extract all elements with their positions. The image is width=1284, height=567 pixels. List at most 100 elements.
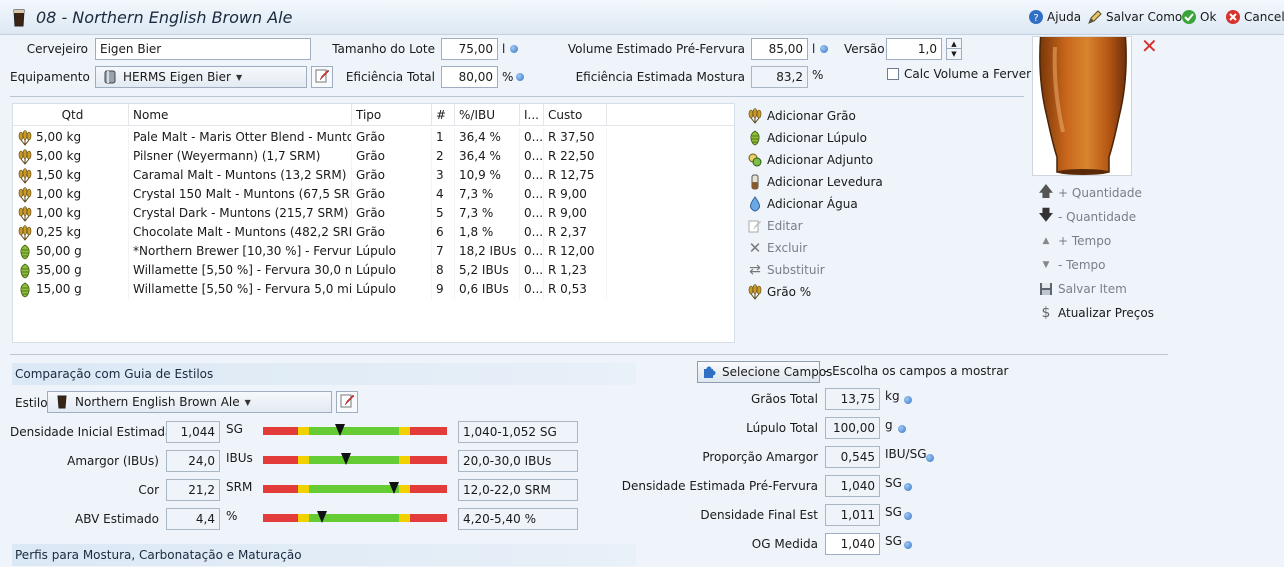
ingredients-table-header: Qtd Nome Tipo # %/IBU I... Custo (13, 104, 734, 126)
preboil-volume-input[interactable]: 85,00 (751, 38, 808, 60)
cell-cost: R 12,75 (544, 166, 607, 185)
version-spinner[interactable]: ▲ ▼ (946, 38, 962, 60)
increase-time-button[interactable]: ▲ + Tempo (1038, 233, 1154, 249)
metric-label: Amargor (IBUs) (67, 454, 159, 468)
version-input[interactable]: 1,0 (886, 38, 942, 60)
calc-volume-checkbox[interactable] (887, 68, 899, 80)
field-value[interactable]: 1,040 (825, 533, 880, 555)
brewer-label: Cervejeiro (26, 42, 88, 56)
cell-qty-wrap: 1,50 kg (13, 166, 129, 185)
cell-qty: 0,25 kg (36, 225, 82, 239)
edit-button[interactable]: Editar (747, 218, 883, 234)
decrease-quantity-button[interactable]: 🡇 - Quantidade (1038, 206, 1154, 225)
table-row[interactable]: 0,25 kg Chocolate Malt - Muntons (482,2 S… (13, 223, 734, 242)
col-header[interactable]: # (432, 104, 455, 126)
equipment-select[interactable]: HERMS Eigen Bier ▼ (95, 66, 307, 88)
ingredients-table: Qtd Nome Tipo # %/IBU I... Custo 5,00 kg… (12, 103, 735, 343)
preboil-volume-label: Volume Estimado Pré-Fervura (567, 42, 745, 56)
field-label: Proporção Amargor (702, 450, 818, 464)
edit-style-button[interactable] (336, 391, 358, 413)
help-button[interactable]: ? Ajuda (1028, 9, 1081, 25)
info-dot-icon[interactable] (904, 541, 912, 549)
table-row[interactable]: 50,00 g *Northern Brewer [10,30 %] - Ferv… (13, 242, 734, 261)
item-actions: 🡅 + Quantidade 🡇 - Quantidade ▲ + Tempo ▼ - … (1038, 182, 1154, 322)
info-dot-icon[interactable] (820, 45, 828, 53)
increase-quantity-button[interactable]: 🡅 + Quantidade (1038, 182, 1154, 201)
add-water-button[interactable]: Adicionar Água (747, 196, 883, 212)
table-row[interactable]: 15,00 g Willamette [5,50 %] - Fervura 5,0… (13, 280, 734, 299)
field-label: Lúpulo Total (746, 421, 818, 435)
table-row[interactable]: 5,00 kg Pale Malt - Maris Otter Blend - M… (13, 128, 734, 147)
table-row[interactable]: 35,00 g Willamette [5,50 %] - Fervura 30,… (13, 261, 734, 280)
info-dot-icon[interactable] (904, 483, 912, 491)
cell-name: Willamette [5,50 %] - Fervura 5,0 min (129, 280, 352, 299)
cancel-button[interactable]: Cancelar (1225, 9, 1284, 25)
cell-num: 9 (432, 280, 455, 299)
field-unit: SG (885, 505, 902, 519)
spin-up-icon[interactable]: ▲ (947, 39, 961, 49)
spin-down-icon[interactable]: ▼ (947, 49, 961, 59)
table-row[interactable]: 1,50 kg Caramal Malt - Muntons (13,2 SRM)… (13, 166, 734, 185)
info-dot-icon[interactable] (510, 45, 518, 53)
grain-icon (17, 224, 33, 241)
batch-size-label: Tamanho do Lote (332, 42, 435, 56)
yeast-vial-icon (747, 174, 763, 190)
update-prices-button[interactable]: $ Atualizar Preços (1038, 305, 1154, 321)
cell-i: 0... (520, 185, 544, 204)
info-dot-icon[interactable] (898, 425, 906, 433)
cell-qty: 50,00 g (36, 244, 82, 258)
preboil-volume-unit: l (812, 42, 816, 56)
add-adjunct-button[interactable]: Adicionar Adjunto (747, 152, 883, 168)
ok-button[interactable]: Ok (1181, 9, 1216, 25)
ingredient-actions: Adicionar Grão Adicionar Lúpulo Adiciona… (747, 108, 883, 300)
metric-unit: IBUs (226, 451, 253, 465)
cell-name: Pale Malt - Maris Otter Blend - Munton..… (129, 128, 352, 147)
cell-i: 0... (520, 223, 544, 242)
efficiency-input[interactable]: 80,00 (441, 66, 498, 88)
beer-color-preview (1032, 36, 1132, 176)
decrease-time-button[interactable]: ▼ - Tempo (1038, 257, 1154, 273)
info-dot-icon[interactable] (904, 512, 912, 520)
mash-efficiency-value: 83,2 (751, 66, 808, 88)
field-value: 13,75 (825, 388, 880, 410)
add-grain-button[interactable]: Adicionar Grão (747, 108, 883, 124)
marker-triangle-icon (388, 482, 399, 494)
info-dot-icon[interactable] (904, 396, 912, 404)
info-dot-icon[interactable] (926, 454, 934, 462)
save-item-button[interactable]: Salvar Item (1038, 281, 1154, 297)
cell-cost: R 0,53 (544, 280, 607, 299)
col-header[interactable]: Nome (129, 104, 352, 126)
col-header[interactable]: I... (520, 104, 544, 126)
remove-image-icon[interactable]: ✕ (1141, 34, 1158, 58)
save-as-button[interactable]: Salvar Como (1087, 9, 1182, 25)
select-fields-button[interactable]: Selecione Campos (697, 361, 832, 383)
brewer-input[interactable]: Eigen Bier (95, 38, 311, 60)
table-row[interactable]: 1,00 kg Crystal 150 Malt - Muntons (67,5 … (13, 185, 734, 204)
cell-pct: 7,3 % (455, 204, 520, 223)
col-header[interactable]: %/IBU (455, 104, 520, 126)
substitute-button[interactable]: ⇄ Substituir (747, 262, 883, 278)
grain-icon (17, 148, 33, 165)
info-dot-icon[interactable] (516, 73, 524, 81)
col-header[interactable]: Qtd (13, 104, 129, 126)
cell-num: 6 (432, 223, 455, 242)
style-select[interactable]: Northern English Brown Ale ▼ (47, 391, 332, 413)
cell-i: 0... (520, 204, 544, 223)
field-value: 100,00 (825, 417, 880, 439)
batch-size-input[interactable]: 75,00 (441, 38, 498, 60)
delete-button[interactable]: ✕ Excluir (747, 239, 883, 257)
metric-value: 24,0 (166, 450, 220, 472)
table-row[interactable]: 5,00 kg Pilsner (Weyermann) (1,7 SRM) Grão… (13, 147, 734, 166)
style-label: Estilo (15, 396, 48, 410)
add-yeast-button[interactable]: Adicionar Levedura (747, 174, 883, 190)
grain-percent-button[interactable]: Grão % (747, 284, 883, 300)
add-hop-button[interactable]: Adicionar Lúpulo (747, 130, 883, 146)
table-row[interactable]: 1,00 kg Crystal Dark - Muntons (215,7 SRM… (13, 204, 734, 223)
water-drop-icon (747, 196, 763, 212)
cell-type: Grão (352, 223, 432, 242)
col-header[interactable]: Custo (544, 104, 607, 126)
metric-value: 1,044 (166, 421, 220, 443)
col-header[interactable]: Tipo (352, 104, 432, 126)
chevron-down-icon: ▼ (244, 397, 251, 407)
cell-qty: 15,00 g (36, 282, 82, 296)
